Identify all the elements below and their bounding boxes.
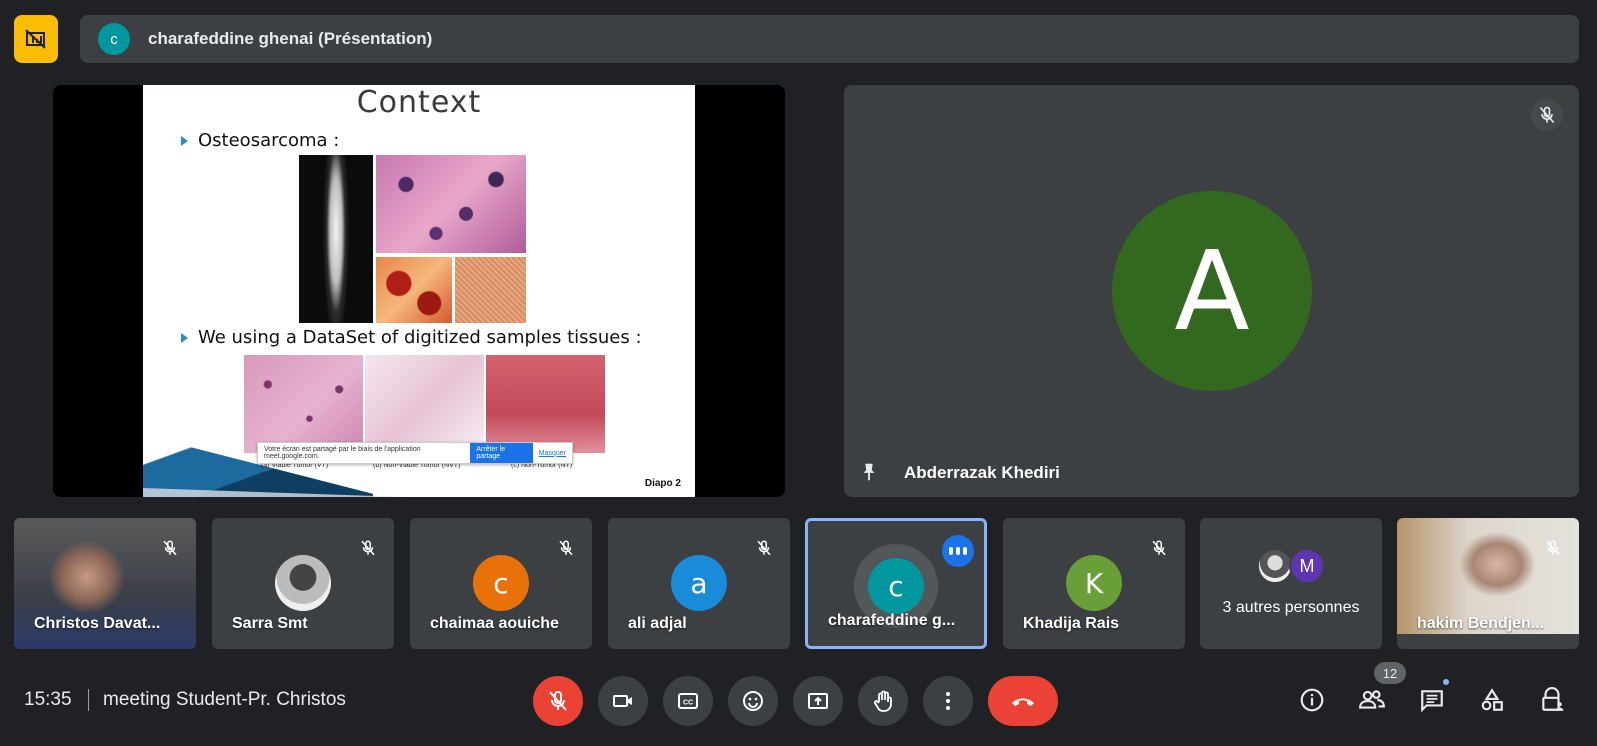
more-vert-icon	[946, 692, 950, 710]
participant-tile[interactable]: Sarra Smt	[212, 518, 394, 649]
participant-name: Khadija Rais	[1023, 615, 1120, 632]
bottom-toolbar: 15:35 meeting Student-Pr. Christos CC 12	[0, 662, 1597, 735]
activities-button[interactable]	[1470, 678, 1514, 722]
participant-tile-speaking[interactable]: c charafeddine g...	[805, 518, 987, 649]
screen-share-notice: Votre écran est partagé par le biais de …	[257, 442, 573, 464]
end-call-icon	[1012, 698, 1034, 706]
pinned-participant-tile[interactable]: A Abderrazak Khediri	[844, 85, 1579, 497]
participant-name: Abderrazak Khediri	[904, 463, 1060, 482]
people-button[interactable]	[1350, 678, 1394, 722]
shapes-icon	[1481, 688, 1503, 711]
muted-indicator	[154, 532, 186, 564]
participant-tile[interactable]: K Khadija Rais	[1003, 518, 1185, 649]
participant-name: ali adjal	[628, 615, 687, 632]
avatar	[1257, 548, 1293, 584]
participant-name: charafeddine g...	[828, 612, 956, 629]
avatar: K	[1066, 555, 1122, 611]
host-controls-button[interactable]	[1530, 678, 1574, 722]
mic-off-icon	[1539, 106, 1555, 124]
lock-person-icon	[1542, 687, 1564, 711]
dataset-sample-image	[365, 355, 484, 453]
avatar: a	[671, 555, 727, 611]
leave-call-button[interactable]	[988, 676, 1058, 726]
meeting-title: meeting Student-Pr. Christos	[103, 689, 346, 710]
chat-icon	[1421, 690, 1443, 713]
presentation-toggle-button[interactable]	[14, 15, 58, 63]
svg-text:CC: CC	[683, 700, 693, 707]
emoji-icon	[743, 691, 763, 711]
avatar: c	[473, 555, 529, 611]
video-camera-icon	[613, 695, 632, 707]
avatar: A	[1112, 191, 1312, 391]
participant-tile[interactable]: hakim Bendjen...	[1397, 518, 1579, 649]
stop-sharing-button[interactable]: Arrêter le partage	[470, 443, 533, 463]
mic-off-icon	[1152, 540, 1166, 556]
other-participants-tile[interactable]: M 3 autres personnes	[1200, 518, 1382, 649]
present-screen-icon	[808, 693, 828, 709]
participant-name: chaimaa aouiche	[430, 615, 559, 632]
mic-off-icon	[549, 690, 567, 711]
xray-image	[299, 155, 373, 323]
people-icon	[1359, 690, 1385, 709]
other-participants-label: 3 autres personnes	[1222, 599, 1360, 616]
shared-screen[interactable]: Context Osteosarcoma : We using a DataSe…	[53, 85, 785, 497]
mic-off-icon	[757, 540, 771, 556]
meeting-details-button[interactable]	[1290, 678, 1334, 722]
avatar-group: M	[1200, 548, 1382, 584]
muted-indicator	[1537, 532, 1569, 564]
audio-level-icon	[942, 535, 974, 567]
slide-bullet: We using a DataSet of digitized samples …	[181, 327, 642, 348]
mic-off-icon	[559, 540, 573, 556]
avatar	[275, 555, 331, 611]
presenter-banner[interactable]: c charafeddine ghenai (Présentation)	[80, 15, 1579, 63]
camera-button[interactable]	[598, 676, 648, 726]
muted-indicator	[550, 532, 582, 564]
notification-dot	[1441, 677, 1451, 687]
slide-title: Context	[356, 85, 482, 120]
divider	[88, 689, 89, 711]
histology-image	[376, 155, 526, 253]
presenter-title: charafeddine ghenai (Présentation)	[148, 29, 433, 48]
reactions-button[interactable]	[728, 676, 778, 726]
captions-button[interactable]: CC	[663, 676, 713, 726]
presentation-slide: Context Osteosarcoma : We using a DataSe…	[143, 85, 695, 497]
muted-indicator	[748, 532, 780, 564]
hide-link[interactable]: Masquer	[539, 450, 566, 457]
mic-off-icon	[163, 540, 177, 556]
participant-name: Sarra Smt	[232, 615, 308, 632]
participant-tile[interactable]: Christos Davat...	[14, 518, 196, 649]
clock: 15:35	[24, 689, 72, 710]
histology-image	[455, 257, 526, 323]
mic-off-icon	[1546, 540, 1560, 556]
meet-window: c charafeddine ghenai (Présentation) Con…	[0, 0, 1597, 746]
hand-icon	[874, 690, 892, 712]
microphone-button[interactable]	[533, 676, 583, 726]
mic-off-icon	[361, 540, 375, 556]
raise-hand-button[interactable]	[858, 676, 908, 726]
participant-name: Christos Davat...	[34, 615, 161, 632]
slide-bullet: Osteosarcoma :	[181, 130, 339, 151]
participant-tile[interactable]: a ali adjal	[608, 518, 790, 649]
info-icon	[1300, 688, 1324, 712]
avatar: c	[868, 558, 924, 614]
muted-indicator	[352, 532, 384, 564]
muted-indicator	[1143, 532, 1175, 564]
muted-indicator	[1531, 99, 1563, 131]
dataset-sample-image	[486, 355, 605, 453]
histology-image	[376, 257, 452, 323]
presenter-avatar: c	[98, 23, 130, 55]
present-off-icon	[25, 29, 46, 49]
slide-number: Diapo 2	[644, 478, 681, 489]
participant-name: hakim Bendjen...	[1417, 615, 1545, 632]
avatar: M	[1289, 548, 1325, 584]
dataset-sample-image	[244, 355, 363, 453]
closed-captions-icon: CC	[678, 693, 698, 709]
present-now-button[interactable]	[793, 676, 843, 726]
participant-tile[interactable]: c chaimaa aouiche	[410, 518, 592, 649]
more-options-button[interactable]	[923, 676, 973, 726]
pin-icon[interactable]	[858, 459, 880, 485]
